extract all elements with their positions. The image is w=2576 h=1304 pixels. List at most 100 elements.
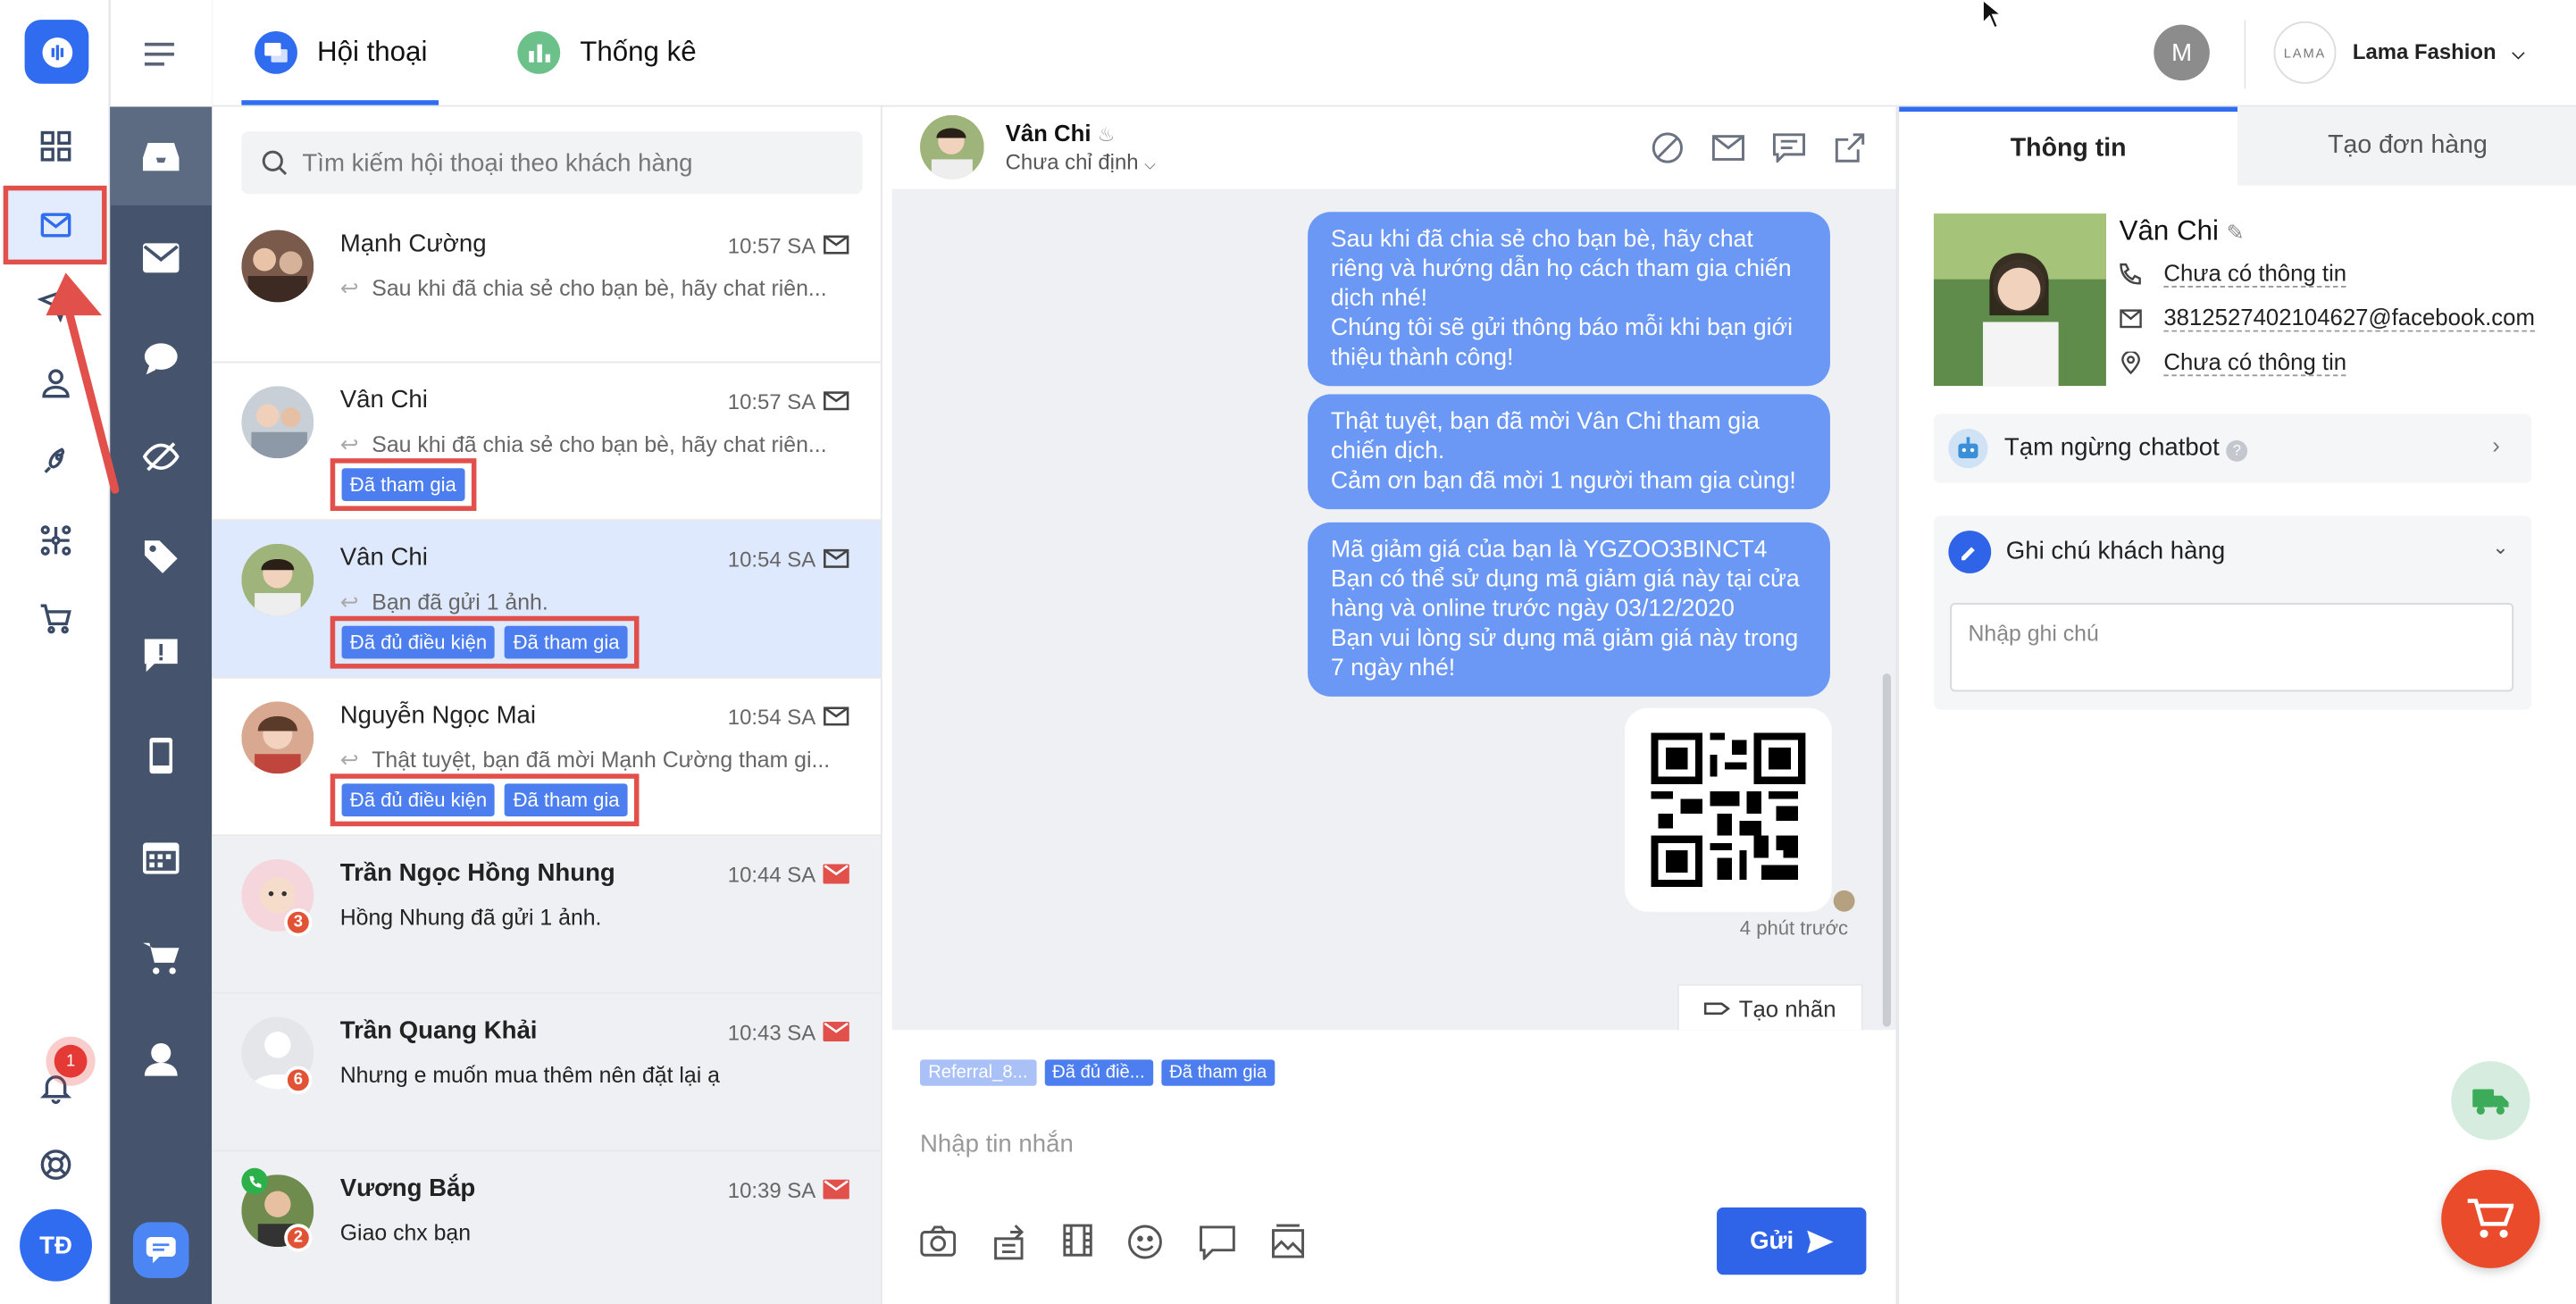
lifebuoy-icon[interactable] xyxy=(29,1139,82,1191)
conversation-item[interactable]: Vân Chi 10:57 SA ↩ Sau khi đã chia sẻ cho… xyxy=(212,363,881,522)
block-icon[interactable] xyxy=(1651,131,1684,164)
conversation-item-unread[interactable]: 3 Trần Ngọc Hồng Nhung 10:44 SA Hồng Nhu… xyxy=(212,836,881,994)
conversation-item-unread[interactable]: 6 Trần Quang Khải 10:43 SA Nhưng e muốn … xyxy=(212,993,881,1152)
tab-statistics[interactable]: Thống kê xyxy=(517,23,697,82)
comment-lines-icon[interactable] xyxy=(1772,133,1806,163)
phone-call-icon xyxy=(241,1167,268,1195)
address-row[interactable]: Chưa có thông tin xyxy=(2120,348,2347,377)
help-icon[interactable]: ? xyxy=(2226,439,2248,462)
notes-title: Ghi chú khách hàng xyxy=(2005,537,2226,565)
customer-name: Vân Chi xyxy=(339,543,428,573)
search-icon xyxy=(262,150,288,176)
scrollbar[interactable] xyxy=(1882,673,1892,1027)
chat-panel: Vân Chi ♨ Chưa chỉ định ⌵ Sau khi đã chi… xyxy=(891,106,1896,1304)
conversation-item-unread[interactable]: 2 Vương Bắp 10:39 SA Giao chx bạn xyxy=(212,1151,881,1304)
envelope-filled-icon xyxy=(823,1179,849,1200)
email-value: 3812527402104627@facebook.com xyxy=(2163,304,2535,332)
quick-reply-icon[interactable] xyxy=(1200,1224,1235,1260)
last-message: Sau khi đã chia sẻ cho bạn bè, hãy chat … xyxy=(372,276,827,301)
unread-count-badge: 3 xyxy=(284,908,313,937)
chat-header: Vân Chi ♨ Chưa chỉ định ⌵ xyxy=(891,106,1896,189)
create-tag-button[interactable]: Tạo nhãn xyxy=(1677,983,1863,1031)
inbox-tray-icon[interactable] xyxy=(110,106,213,205)
assign-dropdown[interactable]: Chưa chỉ định ⌵ xyxy=(1006,149,1156,174)
shopping-cart-icon[interactable] xyxy=(110,908,212,1007)
qr-code-image[interactable] xyxy=(1625,707,1832,912)
camera-icon[interactable] xyxy=(920,1224,957,1257)
active-tab-underline xyxy=(241,100,439,105)
chevron-down-icon: ⌵ xyxy=(1144,155,1156,173)
customer-avatar xyxy=(241,230,314,303)
tag-joined[interactable]: Đã tham gia xyxy=(1161,1059,1275,1086)
tag-joined[interactable]: Đã tham gia xyxy=(505,783,628,817)
search-input[interactable]: Tìm kiếm hội thoại theo khách hàng xyxy=(241,131,863,195)
tab-conversations[interactable]: Hội thoại xyxy=(255,23,427,82)
pencil-icon xyxy=(1948,531,1992,573)
message-area: Sau khi đã chia sẻ cho bạn bè, hãy chat … xyxy=(891,188,1896,1031)
tag-outline-icon xyxy=(1704,998,1731,1017)
outgoing-message: Sau khi đã chia sẻ cho bạn bè, hãy chat … xyxy=(1308,212,1830,387)
conversation-item-selected[interactable]: Vân Chi 10:54 SA ↩ Bạn đã gửi 1 ảnh. Đã đ… xyxy=(212,521,881,679)
phone-value: Chưa có thông tin xyxy=(2163,259,2347,288)
chevron-down-icon[interactable]: ⌄ xyxy=(2492,536,2509,559)
dashboard-icon[interactable] xyxy=(29,120,82,172)
message-time-ago: 4 phút trước xyxy=(1739,916,1849,940)
robot-icon xyxy=(1948,429,1988,469)
message-time: 10:54 SA xyxy=(727,705,816,730)
customer-name: Vương Bắp xyxy=(339,1174,476,1203)
product-share-icon[interactable] xyxy=(992,1224,1028,1260)
envelope-icon xyxy=(823,391,849,411)
edit-pencil-icon[interactable]: ✎ xyxy=(2227,220,2245,245)
tag-joined[interactable]: Đã tham gia xyxy=(341,468,464,501)
message-time: 10:43 SA xyxy=(727,1020,816,1045)
notes-input[interactable]: Nhập ghi chú xyxy=(1950,603,2514,692)
send-button[interactable]: Gửi xyxy=(1717,1207,1867,1275)
account-avatar[interactable]: M xyxy=(2154,24,2210,81)
cart-fab-icon[interactable] xyxy=(2441,1169,2540,1268)
open-external-icon[interactable] xyxy=(1834,131,1867,164)
phone-row[interactable]: Chưa có thông tin xyxy=(2120,259,2347,288)
conversation-item[interactable]: Nguyễn Ngọc Mai 10:54 SA ↩ Thật tuyệt, bạ… xyxy=(212,679,881,837)
tag-eligible[interactable]: Đã đủ điều kiện xyxy=(341,783,496,817)
tag-eligible[interactable]: Đã đủ điều kiện xyxy=(341,625,496,659)
message-time: 10:54 SA xyxy=(727,547,816,573)
cart-icon[interactable] xyxy=(29,593,82,646)
delivery-truck-icon[interactable] xyxy=(2451,1061,2530,1141)
email-row[interactable]: 3812527402104627@facebook.com xyxy=(2120,304,2535,332)
message-time: 10:57 SA xyxy=(727,389,816,414)
customer-name: Vân Chi xyxy=(339,386,428,414)
alert-comment-icon[interactable] xyxy=(110,606,212,705)
emoji-icon[interactable] xyxy=(1127,1224,1163,1259)
tag-eligible[interactable]: Đã đủ điề... xyxy=(1043,1059,1153,1086)
tab-info[interactable]: Thông tin xyxy=(1899,106,2238,186)
send-arrow-icon xyxy=(1806,1229,1834,1253)
phone-icon[interactable] xyxy=(110,706,212,805)
conversation-list: Tìm kiếm hội thoại theo khách hàng Mạnh … xyxy=(212,106,882,1304)
message-input[interactable]: Nhập tin nhắn xyxy=(920,1130,1074,1158)
app-logo-icon[interactable] xyxy=(24,20,89,84)
customer-notes-card: Ghi chú khách hàng ⌄ Nhập ghi chú xyxy=(1933,515,2532,710)
conversation-item[interactable]: Mạnh Cường 10:57 SA ↩ Sau khi đã chia sẻ … xyxy=(212,207,881,364)
tab-create-order[interactable]: Tạo đơn hàng xyxy=(2237,106,2576,186)
image-gallery-icon[interactable] xyxy=(1270,1224,1306,1259)
chatbot-toggle-row[interactable]: Tạm ngừng chatbot ? › xyxy=(1933,414,2532,483)
support-agent-icon[interactable] xyxy=(110,1008,212,1107)
reply-icon: ↩ xyxy=(339,747,359,773)
mouse-cursor-icon xyxy=(1983,0,2003,29)
customer-name: Mạnh Cường xyxy=(339,230,487,258)
user-avatar[interactable]: TĐ xyxy=(20,1208,93,1282)
network-icon[interactable] xyxy=(29,514,82,567)
secondary-sidebar xyxy=(110,0,213,1304)
mail-icon[interactable] xyxy=(1711,135,1745,161)
location-pin-icon xyxy=(2121,350,2140,374)
tag-icon[interactable] xyxy=(110,507,212,606)
hamburger-menu-icon[interactable] xyxy=(110,0,213,107)
tag-referral[interactable]: Referral_8... xyxy=(920,1059,1036,1086)
shop-selector[interactable]: Lama Fashion ⌵ xyxy=(2353,39,2524,64)
calendar-icon[interactable] xyxy=(110,807,212,905)
last-message: Hồng Nhung đã gửi 1 ảnh. xyxy=(339,905,602,931)
tag-joined[interactable]: Đã tham gia xyxy=(505,625,628,659)
film-icon[interactable] xyxy=(1061,1224,1094,1257)
chat-widget-icon[interactable] xyxy=(132,1222,189,1278)
customer-name: Trần Ngọc Hồng Nhung xyxy=(339,858,615,888)
